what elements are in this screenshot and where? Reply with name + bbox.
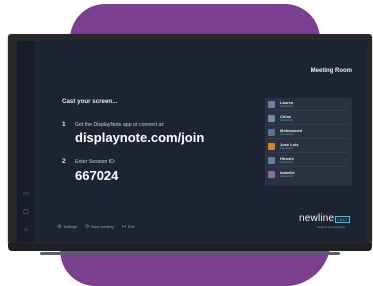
sidebar-item-home[interactable]: ⌂ [19,227,33,234]
sidebar-item-display[interactable]: ▭ [19,191,33,198]
avatar [268,171,275,178]
brand-logo: newline [299,213,335,224]
exit-button[interactable]: ↤ Exit [122,224,135,230]
step-number: 2 [62,158,66,165]
display-speaker-bar [40,252,340,255]
connected-users-panel: Lauren Connected i Chloe Connected i Moh… [265,98,352,186]
whiteboard-icon: ▢ [23,209,29,215]
avatar [268,115,275,122]
cast-badge: CAST [335,216,350,223]
display-icon: ▭ [23,191,29,197]
display-screen: ▭ ▢ ⌂ Meeting Room Cast your screen... 1… [17,41,367,242]
step-text: Get the DisplayNote app or connect at: [75,122,165,128]
cast-title: Cast your screen... [62,98,118,105]
room-name: Meeting Room [310,68,352,74]
info-icon[interactable]: i [346,158,347,162]
user-row[interactable]: Chloe Connected i [268,114,349,125]
sidebar-item-whiteboard[interactable]: ▢ [19,209,33,216]
user-row[interactable]: Mohammed Connected i [268,128,349,139]
info-icon[interactable]: i [346,116,347,120]
info-icon[interactable]: i [346,102,347,106]
avatar [268,143,275,150]
join-url: displaynote.com/join [75,130,205,145]
refresh-icon: ⟳ [85,224,90,230]
avatar [268,101,275,108]
gear-icon: ⚙ [57,224,62,230]
step-number: 1 [62,121,66,128]
display-stand [8,243,372,251]
bottom-controls: ⚙ Settings ⟳ New meeting ↤ Exit [57,224,134,230]
info-icon[interactable]: i [346,144,347,148]
info-icon[interactable]: i [346,172,347,176]
settings-button[interactable]: ⚙ Settings [57,224,77,230]
sidebar: ▭ ▢ ⌂ [17,41,35,242]
user-row[interactable]: José Luis Connected i [268,142,349,153]
avatar [268,157,275,164]
step-text: Enter Session ID: [75,159,116,165]
user-row[interactable]: Isabelle Connected i [268,170,349,180]
powered-by-text: Powered by DisplayNote [317,226,346,229]
avatar [268,129,275,136]
new-meeting-button[interactable]: ⟳ New meeting [85,224,113,230]
info-icon[interactable]: i [346,130,347,134]
exit-icon: ↤ [121,224,126,230]
user-row[interactable]: Lauren Connected i [268,100,349,111]
session-id: 667024 [75,168,119,183]
user-row[interactable]: Hiroshi Connected i [268,156,349,167]
home-icon: ⌂ [24,227,28,233]
